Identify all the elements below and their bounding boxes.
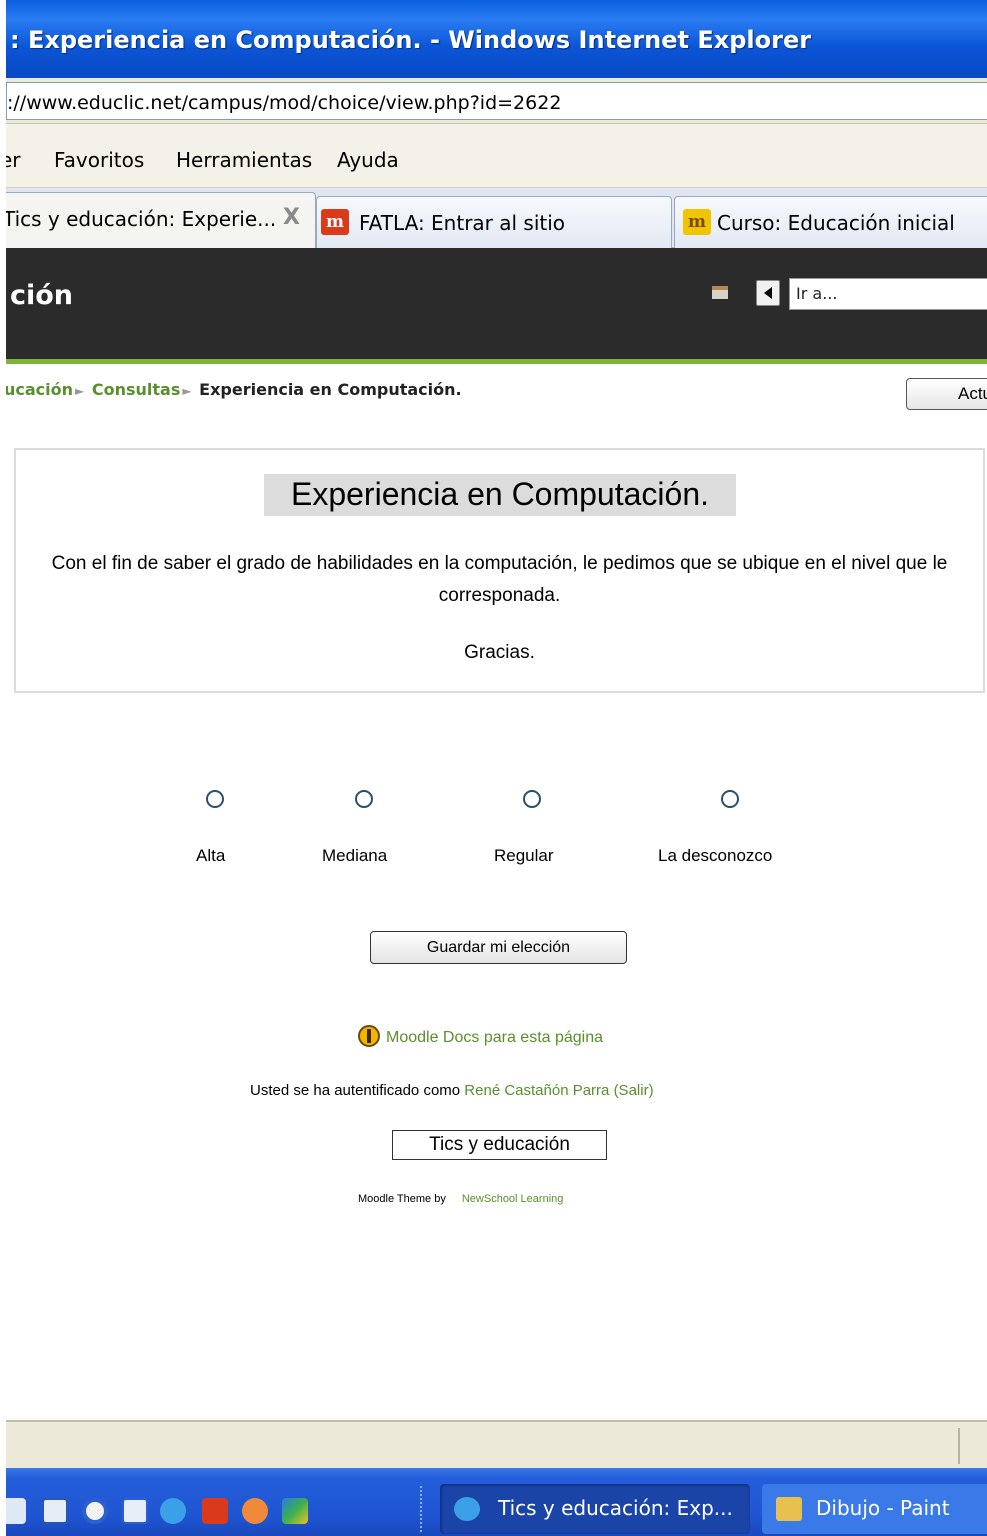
option-label-mediana[interactable]: Mediana: [322, 846, 387, 866]
breadcrumb-consultas[interactable]: Consultas: [92, 380, 181, 399]
quicklaunch-picture-icon[interactable]: [282, 1498, 308, 1524]
tab-fatla[interactable]: m FATLA: Entrar al sitio: [316, 196, 672, 248]
taskbar: Tics y educación: Exp... Dibujo - Paint: [0, 1468, 987, 1536]
jump-to-placeholder: Ir a...: [796, 284, 838, 303]
tab-label: FATLA: Entrar al sitio: [359, 211, 566, 235]
breadcrumb-current: Experiencia en Computación.: [199, 380, 462, 399]
tab-tics-educacion[interactable]: Tics y educación: Experie... X: [0, 192, 316, 248]
menu-item-ayuda[interactable]: Ayuda: [337, 148, 399, 172]
taskbar-button-ie-label: Tics y educación: Exp...: [498, 1496, 733, 1520]
quicklaunch-word-icon[interactable]: [42, 1498, 68, 1524]
menu-item-herramientas[interactable]: Herramientas: [176, 148, 312, 172]
moodle-docs-label: Moodle Docs para esta página: [386, 1029, 604, 1047]
ie-icon: [454, 1497, 480, 1521]
option-label-regular[interactable]: Regular: [494, 846, 554, 866]
status-bar: [0, 1420, 987, 1468]
intro-description: Con el fin de saber el grado de habilida…: [51, 553, 948, 606]
user-link[interactable]: René Castañón Parra: [464, 1082, 609, 1099]
intro-box: Experiencia en Computación. Con el fin d…: [14, 448, 985, 693]
radio-alta[interactable]: [206, 790, 224, 808]
tab-curso[interactable]: m Curso: Educación inicial: [674, 196, 987, 248]
window-title-bar[interactable]: : Experiencia en Computación. - Windows …: [0, 0, 987, 78]
mail-icon[interactable]: [712, 286, 728, 299]
taskbar-grip: [420, 1486, 424, 1532]
taskbar-button-paint-label: Dibujo - Paint: [816, 1496, 950, 1520]
moodle-gold-icon: m: [683, 209, 711, 235]
save-choice-button[interactable]: Guardar mi elección: [370, 931, 627, 964]
radio-regular[interactable]: [523, 790, 541, 808]
breadcrumb: ucación ► Consultas ► Experiencia en Compu…: [4, 380, 462, 399]
login-info: Usted se ha autentificado como René Cast…: [250, 1082, 654, 1099]
theme-author-link[interactable]: NewSchool Learning: [462, 1193, 564, 1205]
address-input[interactable]: ://www.educlic.net/campus/mod/choice/vie…: [6, 82, 987, 120]
menu-item-favoritos[interactable]: Favoritos: [54, 148, 144, 172]
site-name: ción: [10, 280, 74, 311]
course-home-button[interactable]: Tics y educación: [392, 1130, 607, 1160]
screen: : Experiencia en Computación. - Windows …: [0, 0, 987, 1536]
close-tab-icon[interactable]: X: [283, 205, 300, 230]
address-bar: ://www.educlic.net/campus/mod/choice/vie…: [0, 78, 987, 124]
breadcrumb-separator: ►: [182, 384, 192, 398]
radio-la-desconozco[interactable]: [721, 790, 739, 808]
nav-back-icon[interactable]: [756, 280, 780, 306]
menu-bar: er Favoritos Herramientas Ayuda: [0, 124, 987, 188]
tab-label: Tics y educación: Experie...: [3, 207, 277, 231]
intro-thanks: Gracias.: [464, 642, 535, 663]
window-title: : Experiencia en Computación. - Windows …: [10, 26, 812, 54]
moodle-docs-link[interactable]: Moodle Docs para esta página: [358, 1025, 604, 1049]
tab-label: Curso: Educación inicial: [717, 211, 955, 235]
jump-to-select[interactable]: Ir a...: [789, 278, 987, 310]
radio-mediana[interactable]: [355, 790, 373, 808]
quicklaunch-media-icon[interactable]: [82, 1498, 108, 1524]
update-button[interactable]: Actu: [906, 378, 987, 410]
paint-icon: [776, 1497, 802, 1521]
quicklaunch-ie-icon[interactable]: [122, 1498, 148, 1524]
option-label-alta[interactable]: Alta: [196, 846, 225, 866]
site-header: ción Ir a...: [0, 248, 987, 364]
moodle-red-icon: m: [321, 209, 349, 235]
login-prefix: Usted se ha autentificado como: [250, 1082, 461, 1099]
quicklaunch-ie2-icon[interactable]: [160, 1498, 186, 1524]
status-divider: [958, 1428, 960, 1464]
left-edge: [0, 0, 6, 1536]
address-url: ://www.educlic.net/campus/mod/choice/vie…: [7, 92, 562, 114]
tab-bar: Tics y educación: Experie... X m FATLA: …: [0, 188, 987, 248]
logout-link[interactable]: (Salir): [614, 1082, 654, 1099]
quicklaunch-moodle-icon[interactable]: [202, 1498, 228, 1524]
option-label-la-desconozco[interactable]: La desconozco: [658, 846, 772, 866]
taskbar-button-ie[interactable]: Tics y educación: Exp...: [440, 1484, 750, 1534]
theme-prefix: Moodle Theme by: [358, 1193, 446, 1205]
breadcrumb-separator: ►: [75, 384, 85, 398]
page-title: Experiencia en Computación.: [264, 474, 736, 516]
quicklaunch-messenger-icon[interactable]: [242, 1498, 268, 1524]
help-icon: [358, 1025, 380, 1047]
theme-credit: Moodle Theme by NewSchool Learning: [358, 1193, 563, 1205]
breadcrumb-course[interactable]: ucación: [4, 380, 73, 399]
taskbar-button-paint[interactable]: Dibujo - Paint: [762, 1484, 987, 1534]
